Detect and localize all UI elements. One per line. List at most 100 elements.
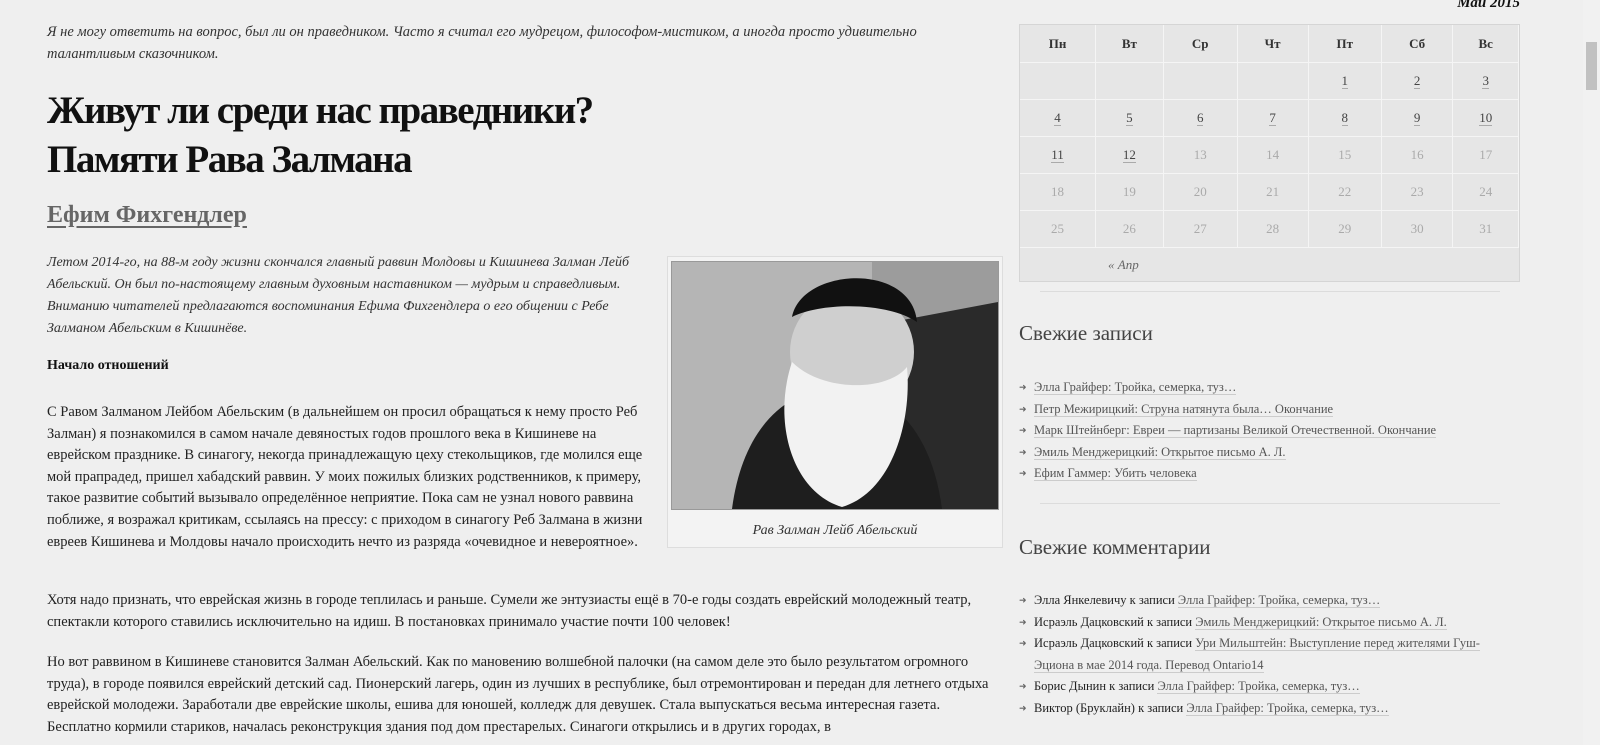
recent-post-link[interactable]: Петр Межирицкий: Струна натянута была… О…: [1034, 401, 1334, 417]
bullet-arrow-icon: ➜: [1019, 382, 1027, 392]
recent-comment-item: ➜ Исраэль Дацковский к записи Эмиль Мендж…: [1019, 612, 1519, 634]
calendar-day[interactable]: 12: [1095, 136, 1164, 174]
comment-separator: к записи: [1126, 593, 1178, 607]
scrollbar-thumb[interactable]: [1586, 42, 1597, 90]
rabbi-photo[interactable]: [671, 261, 999, 510]
page-scrollbar[interactable]: [1583, 0, 1600, 745]
sidebar-divider: [1040, 291, 1500, 292]
calendar-day[interactable]: 4: [1020, 99, 1097, 137]
calendar-day: 30: [1381, 210, 1454, 248]
calendar-day: 25: [1020, 210, 1097, 248]
comment-post-link[interactable]: Элла Грайфер: Тройка, семерка, туз…: [1177, 593, 1381, 608]
calendar-day[interactable]: 11: [1020, 136, 1097, 174]
calendar-day: 20: [1163, 173, 1238, 211]
calendar-day: 18: [1020, 173, 1097, 211]
recent-posts-list: ➜ Элла Грайфер: Тройка, семерка, туз… ➜ Пет…: [1019, 377, 1519, 485]
section-heading: Начало отношений: [47, 358, 169, 373]
calendar-day-number: 20: [1193, 184, 1207, 199]
calendar-weekday: Сб: [1381, 25, 1454, 63]
calendar-empty-day: [1095, 62, 1164, 100]
calendar-weekday: Вт: [1095, 25, 1164, 63]
author-link[interactable]: Ефим Фихгендлер: [47, 202, 247, 228]
calendar-day-number: 9: [1413, 110, 1421, 126]
calendar-days: 1 2 3 4 5 6 7 8 9 10 11 12 13 14 15 16 17 18 19 20 21 22 23 24 2…: [1020, 62, 1519, 248]
calendar-day[interactable]: 10: [1452, 99, 1519, 137]
calendar-day-number: 2: [1413, 73, 1421, 89]
comment-post-link[interactable]: Эмиль Менджерицкий: Открытое письмо А. Л…: [1195, 614, 1447, 630]
bullet-arrow-icon: ➜: [1019, 681, 1027, 691]
calendar-day[interactable]: 1: [1308, 62, 1382, 100]
calendar-day-number: 18: [1051, 184, 1064, 199]
comment-separator: к записи: [1106, 679, 1158, 693]
calendar-day-number: 27: [1193, 221, 1207, 236]
calendar-prev-month-link[interactable]: « Апр: [1108, 257, 1139, 272]
calendar-day[interactable]: 7: [1237, 99, 1309, 137]
calendar-day-number: 25: [1051, 221, 1064, 236]
calendar-day-number: 6: [1196, 110, 1204, 126]
comment-post-link[interactable]: Элла Грайфер: Тройка, семерка, туз…: [1157, 679, 1360, 694]
calendar-week: 11 12 13 14 15 16 17: [1020, 136, 1519, 174]
calendar-empty-day: [1020, 62, 1097, 100]
recent-post-link[interactable]: Эмиль Менджерицкий: Открытое письмо А. Л…: [1034, 444, 1286, 460]
recent-comment-item: ➜ Исраэль Дацковский к записи Ури Мильште…: [1019, 633, 1519, 676]
calendar-day-number: 17: [1479, 147, 1493, 162]
comment-post-link[interactable]: Элла Грайфер: Тройка, семерка, туз…: [1186, 700, 1389, 716]
calendar-day-number: 14: [1266, 147, 1280, 162]
calendar-weekday: Вс: [1452, 25, 1519, 63]
recent-post-item: ➜ Петр Межирицкий: Струна натянута была… …: [1019, 399, 1519, 421]
calendar-empty-day: [1237, 62, 1309, 100]
article-paragraph-3: Но вот раввином в Кишиневе становится За…: [47, 654, 989, 735]
calendar-day-number: 15: [1338, 147, 1352, 162]
calendar-day-number: 3: [1482, 73, 1489, 89]
recent-comments-list: ➜ Элла Янкелевичу к записи Элла Грайфер: …: [1019, 590, 1519, 719]
calendar-day-number: 29: [1338, 221, 1352, 236]
calendar-day-number: 4: [1054, 110, 1061, 126]
calendar-table: Пн Вт Ср Чт Пт Сб Вс 1 2 3 4 5 6 7 8 9 10 11 12 13 14 15 16 17…: [1020, 25, 1519, 248]
calendar-day: 17: [1452, 136, 1519, 174]
comment-separator: к записи: [1143, 636, 1196, 650]
calendar-day[interactable]: 2: [1381, 62, 1454, 100]
article-figure: Рав Залман Лейб Абельский: [667, 256, 1003, 548]
calendar-day: 24: [1452, 173, 1519, 211]
calendar-weekdays: Пн Вт Ср Чт Пт Сб Вс: [1020, 25, 1519, 63]
calendar-day[interactable]: 5: [1095, 99, 1164, 137]
portrait-image: [672, 262, 998, 509]
calendar-day[interactable]: 8: [1308, 99, 1382, 137]
calendar-day: 16: [1381, 136, 1454, 174]
calendar-day-number: 21: [1266, 184, 1280, 199]
calendar-day[interactable]: 3: [1452, 62, 1519, 100]
article-title: Живут ли среди нас праведники? Памяти Ра…: [47, 86, 747, 184]
comment-author: Исраэль Дацковский: [1034, 636, 1144, 650]
recent-post-item: ➜ Марк Штейнберг: Евреи — партизаны Велик…: [1019, 420, 1519, 442]
calendar-day-number: 23: [1410, 184, 1424, 199]
calendar-day-number: 12: [1122, 147, 1136, 163]
article-title-line2: Памяти Рава Залмана: [47, 138, 413, 181]
calendar-day[interactable]: 6: [1163, 99, 1238, 137]
sidebar-divider: [1040, 503, 1500, 504]
recent-post-link[interactable]: Ефим Гаммер: Убить человека: [1034, 466, 1197, 481]
calendar-week: 1 2 3: [1020, 62, 1519, 100]
comment-author: Элла Янкелевичу: [1034, 593, 1127, 607]
bullet-arrow-icon: ➜: [1019, 468, 1027, 478]
calendar-day-number: 31: [1479, 221, 1493, 236]
author-heading: Ефим Фихгендлер: [47, 202, 247, 229]
recent-post-link[interactable]: Элла Грайфер: Тройка, семерка, туз…: [1034, 380, 1237, 395]
calendar-weekday: Ср: [1163, 25, 1238, 63]
comment-author: Борис Дынин: [1034, 679, 1107, 693]
recent-comment-item: ➜ Борис Дынин к записи Элла Грайфер: Трой…: [1019, 676, 1519, 698]
calendar-day-number: 26: [1122, 221, 1136, 236]
calendar-day-number: 22: [1338, 184, 1352, 199]
article-abstract: Летом 2014-го, на 88-м году жизни сконча…: [47, 255, 630, 336]
calendar-day-number: 16: [1410, 147, 1424, 162]
calendar-empty-day: [1163, 62, 1238, 100]
calendar-day-number: 5: [1126, 110, 1133, 126]
calendar-day[interactable]: 9: [1381, 99, 1454, 137]
calendar-day: 27: [1163, 210, 1238, 248]
calendar-day-number: 19: [1122, 184, 1136, 199]
calendar-month: Май 2015: [1457, 0, 1520, 11]
calendar-day: 19: [1095, 173, 1164, 211]
calendar-day-number: 13: [1193, 147, 1207, 162]
recent-post-link[interactable]: Марк Штейнберг: Евреи — партизаны Велико…: [1034, 423, 1437, 438]
article-paragraph-2: Хотя надо признать, что еврейская жизнь …: [47, 592, 972, 630]
calendar-widget: Пн Вт Ср Чт Пт Сб Вс 1 2 3 4 5 6 7 8 9 10 11 12 13 14 15 16 17…: [1019, 24, 1520, 282]
